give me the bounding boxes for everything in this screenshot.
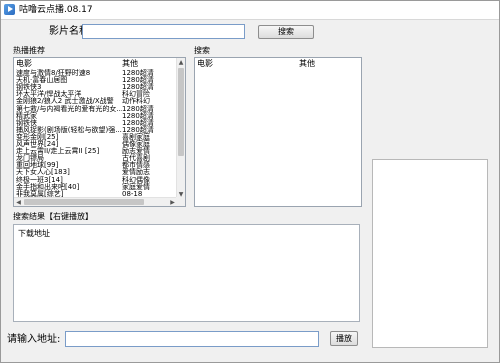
hot-section-title: 热播推荐 — [13, 46, 45, 55]
search-list-header: 电影 其他 — [195, 58, 361, 69]
title-bar: 咕噜云点播.08.17 — [1, 1, 499, 20]
play-button[interactable]: 播放 — [330, 331, 358, 346]
app-icon — [4, 4, 15, 15]
hot-column-other: 其他 — [122, 59, 138, 68]
hot-column-movie: 电影 — [16, 59, 32, 68]
search-panel-title: 搜索 — [194, 46, 210, 55]
hot-list-header: 电影 其他 — [14, 58, 185, 69]
hot-list-scroll-thumb[interactable] — [178, 68, 184, 156]
hot-list-hscroll-thumb[interactable] — [24, 199, 144, 205]
hot-list-vertical-scrollbar[interactable]: ▲ ▼ — [176, 58, 185, 199]
search-list: 电影 其他 — [194, 57, 362, 207]
side-preview-pane — [372, 159, 488, 348]
address-input[interactable] — [65, 331, 319, 347]
download-address-text: 下载地址 — [18, 229, 50, 238]
main-window: 咕噜云点播.08.17 影片名称: 搜索 热播推荐 电影 其他 速度与激情8/狂… — [0, 0, 500, 363]
search-button[interactable]: 搜索 — [258, 25, 314, 39]
movie-name-input[interactable] — [82, 24, 245, 39]
hot-list-horizontal-scrollbar[interactable]: ◀ ▶ — [14, 197, 177, 206]
results-textarea[interactable]: 下载地址 — [13, 224, 360, 322]
search-column-movie: 电影 — [197, 59, 213, 68]
hot-list: 电影 其他 速度与激情8/狂野时速8 1280超清 天机·富春山居图 1280超清 钢铁… — [13, 57, 186, 207]
results-title: 搜索结果【右键播放】 — [13, 212, 93, 221]
scroll-up-arrow-icon[interactable]: ▲ — [177, 58, 185, 67]
search-column-other: 其他 — [299, 59, 315, 68]
address-label: 请输入地址: — [7, 334, 61, 345]
scrollbar-corner — [176, 197, 185, 206]
window-title: 咕噜云点播.08.17 — [19, 5, 93, 15]
scroll-left-arrow-icon[interactable]: ◀ — [14, 198, 23, 206]
